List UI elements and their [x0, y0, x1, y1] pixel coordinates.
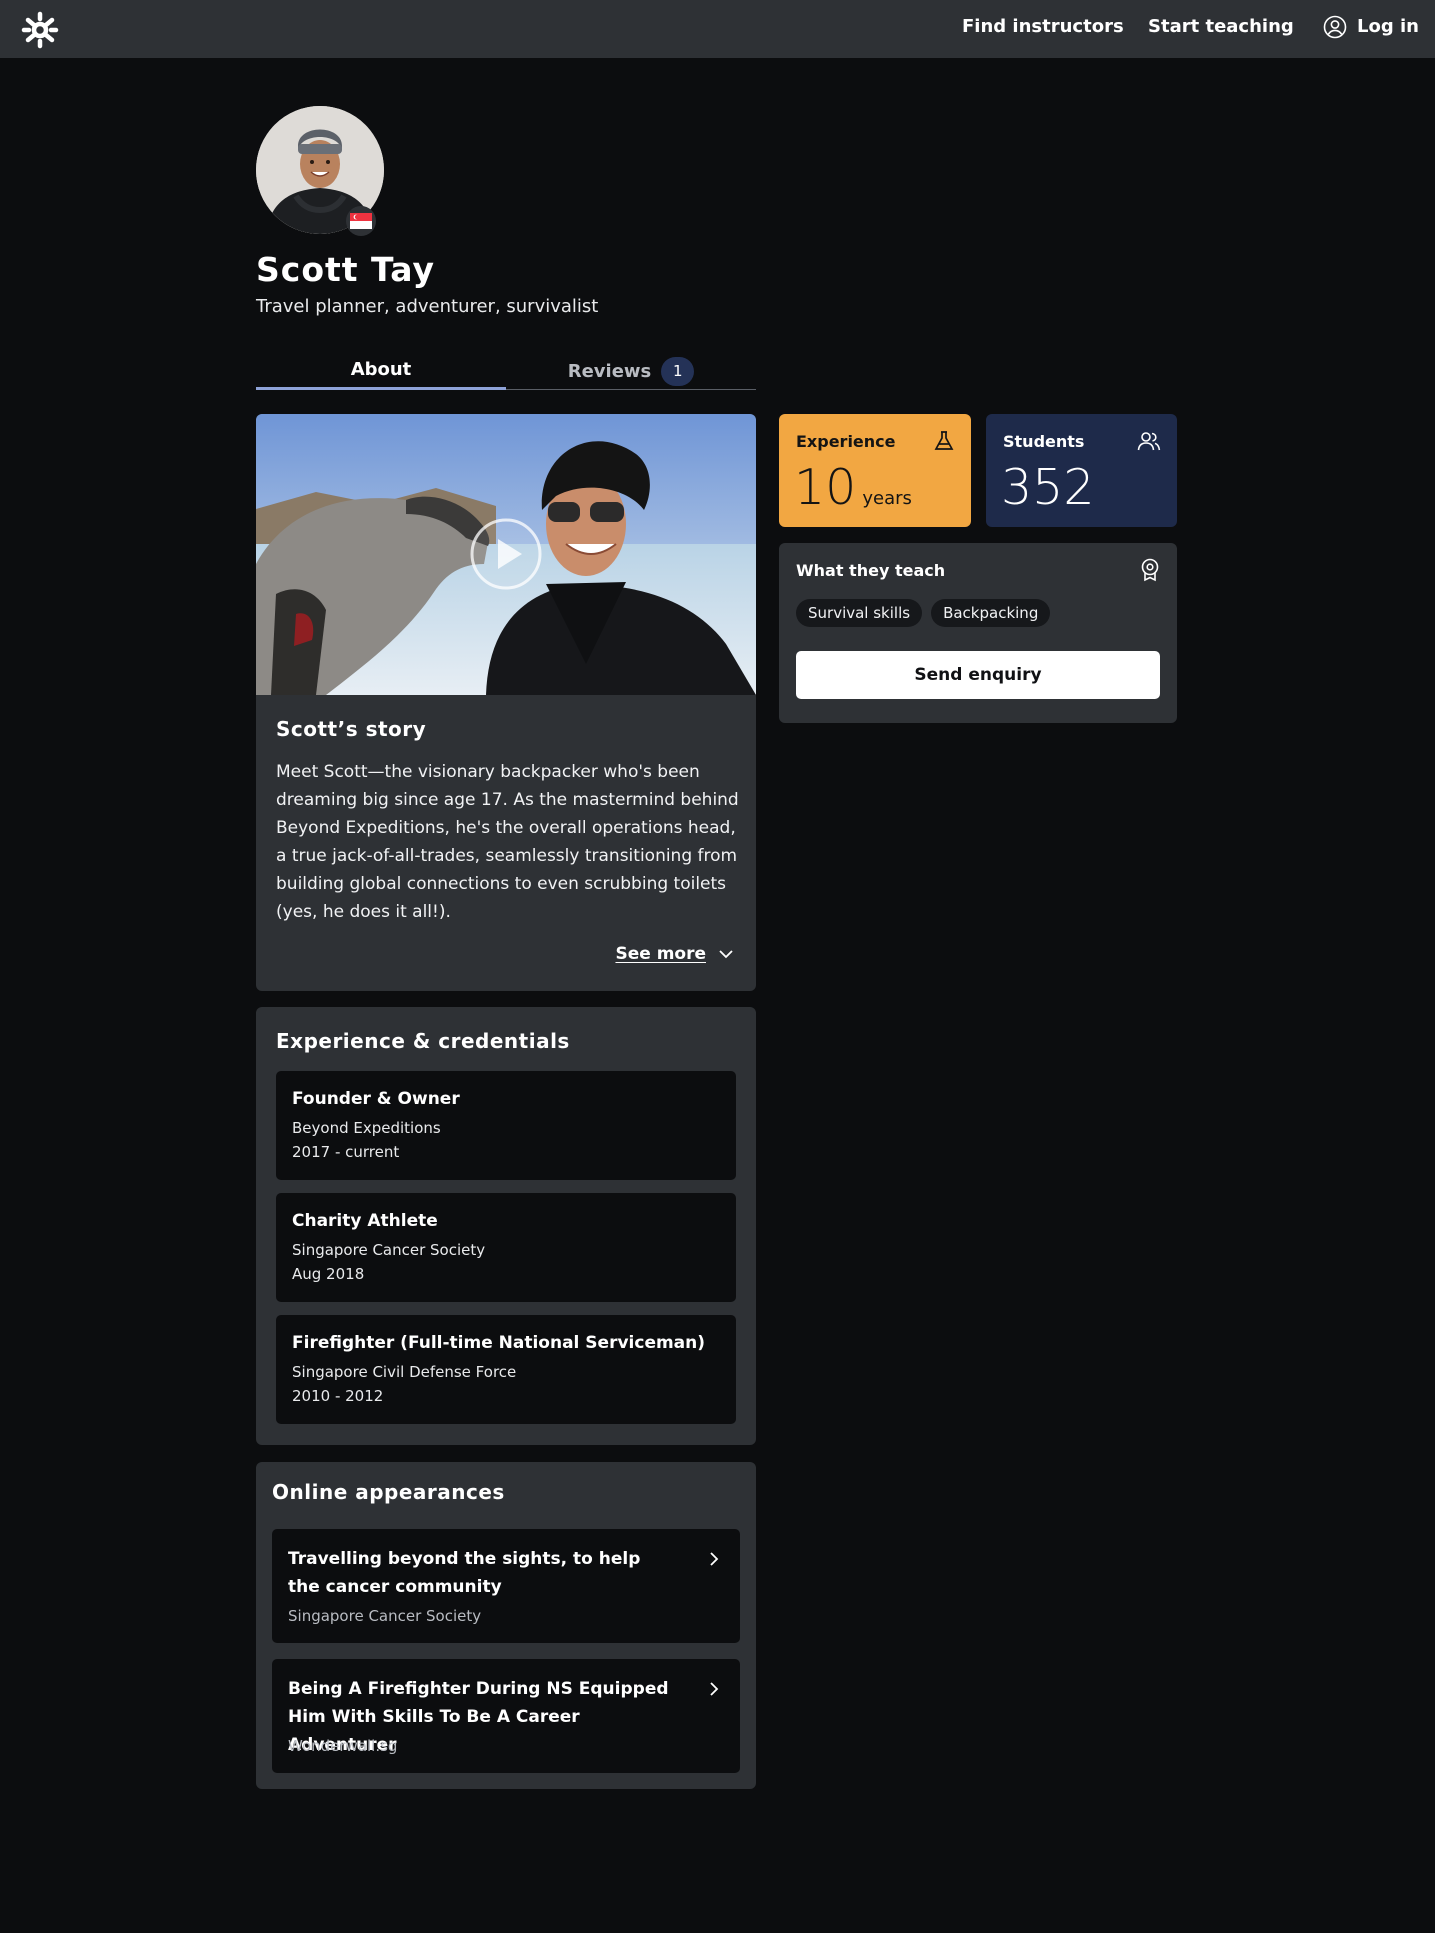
- award-icon: [1141, 558, 1159, 582]
- start-teaching-link[interactable]: Start teaching: [1148, 0, 1294, 54]
- tab-about-label: About: [350, 359, 412, 380]
- teach-card: What they teach Survival skills Backpack…: [779, 543, 1177, 723]
- log-in-button[interactable]: Log in: [1323, 0, 1419, 54]
- experience-card: Experience & credentials Founder & Owner…: [256, 1007, 756, 1445]
- teach-title: What they teach: [796, 561, 946, 580]
- chevron-right-icon: [710, 1552, 719, 1566]
- experience-stat-value: 10 years: [794, 458, 912, 529]
- experience-dates: 2017 - current: [292, 1143, 400, 1161]
- tab-reviews-label: Reviews: [567, 360, 652, 382]
- logo-icon[interactable]: [20, 10, 60, 50]
- appearance-source: Wonderwall.sg: [288, 1737, 398, 1755]
- experience-title: Experience & credentials: [276, 1029, 570, 1053]
- experience-stat-label: Experience: [796, 432, 896, 451]
- story-title: Scott’s story: [276, 717, 427, 741]
- experience-role: Founder & Owner: [292, 1089, 460, 1109]
- singapore-flag-icon: [346, 206, 376, 236]
- chevron-right-icon: [710, 1682, 719, 1696]
- experience-org: Beyond Expeditions: [292, 1119, 441, 1137]
- story-text: Meet Scott—the visionary backpacker who'…: [276, 762, 739, 922]
- experience-unit: years: [862, 488, 912, 509]
- students-stat-label: Students: [1003, 432, 1085, 451]
- see-more-button[interactable]: See more: [615, 944, 734, 964]
- experience-stat-card: Experience 10 years: [779, 414, 971, 527]
- instructor-tagline: Travel planner, adventurer, survivalist: [256, 296, 599, 317]
- students-stat-card: Students 352: [986, 414, 1177, 527]
- play-icon[interactable]: [469, 517, 543, 591]
- story-card: Scott’s story Meet Scott—the visionary b…: [256, 414, 756, 991]
- experience-role: Charity Athlete: [292, 1211, 438, 1231]
- experience-years: 10: [794, 459, 857, 516]
- experience-role: Firefighter (Full-time National Servicem…: [292, 1333, 706, 1353]
- appearance-title: Travelling beyond the sights, to help th…: [288, 1549, 641, 1597]
- flask-icon: [934, 431, 954, 450]
- experience-item: Charity Athlete Singapore Cancer Society…: [276, 1193, 736, 1302]
- log-in-label: Log in: [1357, 16, 1419, 37]
- appearances-card: Online appearances Travelling beyond the…: [256, 1462, 756, 1789]
- appearance-link[interactable]: Being A Firefighter During NS Equipped H…: [272, 1659, 740, 1773]
- top-nav-bar: Find instructors Start teaching Log in: [0, 0, 1435, 58]
- see-more-label: See more: [615, 944, 706, 964]
- experience-org: Singapore Civil Defense Force: [292, 1363, 517, 1381]
- topic-chip-backpacking[interactable]: Backpacking: [931, 599, 1051, 627]
- chevron-down-icon: [719, 950, 733, 959]
- topic-chips: Survival skills Backpacking: [796, 599, 1051, 627]
- intro-video[interactable]: [256, 414, 756, 695]
- find-instructors-link[interactable]: Find instructors: [962, 0, 1124, 54]
- experience-dates: 2010 - 2012: [292, 1387, 384, 1405]
- appearance-source: Singapore Cancer Society: [288, 1607, 482, 1625]
- users-icon: [1137, 432, 1161, 451]
- topic-chip-survival-skills[interactable]: Survival skills: [796, 599, 923, 627]
- send-enquiry-button[interactable]: Send enquiry: [796, 651, 1160, 699]
- instructor-name: Scott Tay: [256, 250, 436, 289]
- profile-tabs: About Reviews 1: [256, 352, 756, 390]
- experience-org: Singapore Cancer Society: [292, 1241, 486, 1259]
- reviews-count-badge: 1: [661, 356, 695, 386]
- experience-item: Founder & Owner Beyond Expeditions 2017 …: [276, 1071, 736, 1180]
- students-stat-value: 352: [1001, 459, 1095, 516]
- tab-about[interactable]: About: [256, 352, 506, 390]
- appearances-title: Online appearances: [272, 1480, 505, 1504]
- tab-reviews[interactable]: Reviews 1: [506, 352, 756, 390]
- user-circle-icon: [1323, 15, 1347, 39]
- appearance-link[interactable]: Travelling beyond the sights, to help th…: [272, 1529, 740, 1643]
- experience-dates: Aug 2018: [292, 1265, 365, 1283]
- experience-item: Firefighter (Full-time National Servicem…: [276, 1315, 736, 1424]
